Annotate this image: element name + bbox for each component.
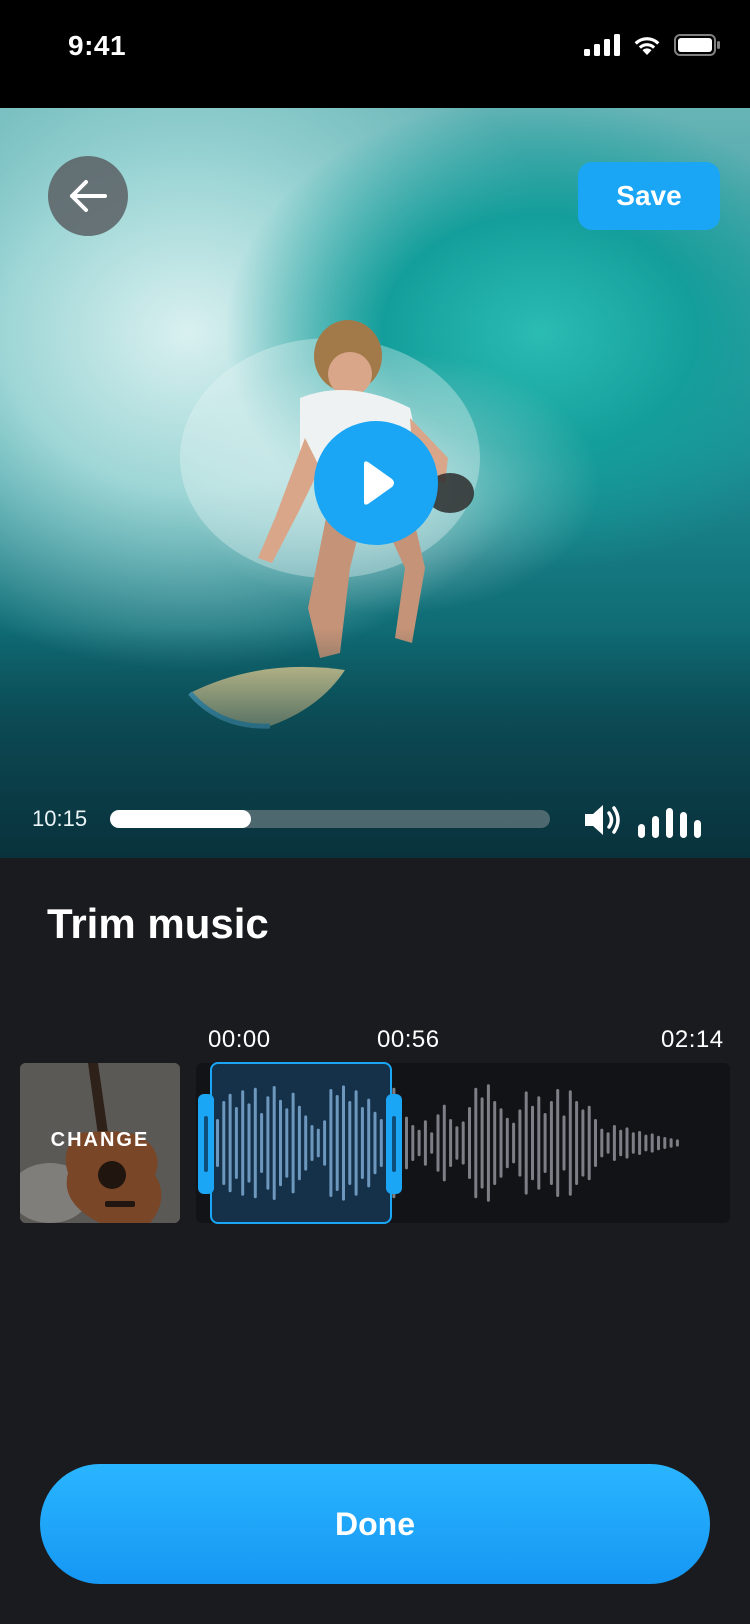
change-music-button[interactable]: CHANGE bbox=[20, 1063, 180, 1223]
waveform-bar bbox=[631, 1132, 635, 1154]
waveform-bar bbox=[486, 1084, 490, 1202]
waveform-bar bbox=[581, 1109, 585, 1177]
waveform-bar bbox=[562, 1115, 566, 1171]
waveform-bar bbox=[594, 1119, 597, 1167]
waveform-bar bbox=[619, 1129, 623, 1157]
waveform-bar bbox=[449, 1119, 453, 1167]
waveform-bar bbox=[442, 1104, 446, 1182]
playback-time: 10:15 bbox=[32, 806, 88, 831]
waveform-bar bbox=[669, 1138, 673, 1148]
waveform-bar bbox=[430, 1132, 434, 1154]
save-button[interactable]: Save bbox=[578, 162, 720, 230]
waveform-bar bbox=[549, 1101, 553, 1185]
volume-icon[interactable] bbox=[583, 802, 623, 838]
waveform-bar bbox=[499, 1108, 503, 1178]
waveform-bar bbox=[405, 1116, 408, 1170]
video-preview[interactable]: Save 10:15 bbox=[0, 108, 750, 858]
waveform-bar bbox=[423, 1120, 427, 1166]
waveform-bar bbox=[675, 1139, 679, 1147]
waveform-bar bbox=[455, 1126, 459, 1160]
done-button[interactable]: Done bbox=[40, 1464, 710, 1584]
play-button[interactable] bbox=[314, 421, 438, 545]
waveform-bar bbox=[537, 1096, 541, 1190]
waveform-bar bbox=[524, 1091, 528, 1195]
back-arrow-icon bbox=[70, 180, 107, 212]
waveform-bar bbox=[480, 1097, 484, 1189]
status-bar: 9:41 bbox=[0, 0, 750, 108]
trim-music-title: Trim music bbox=[47, 900, 269, 947]
waveform-bar bbox=[493, 1101, 497, 1185]
battery-icon bbox=[674, 34, 720, 56]
waveform-bar bbox=[657, 1135, 660, 1151]
waveform-bar bbox=[411, 1125, 415, 1161]
selection-end-time-marker: 00:56 bbox=[377, 1026, 440, 1053]
start-time-marker: 00:00 bbox=[208, 1026, 271, 1053]
wifi-icon bbox=[634, 37, 660, 55]
waveform-bar bbox=[575, 1101, 579, 1185]
waveform-bar bbox=[650, 1133, 654, 1153]
waveform-bar bbox=[474, 1087, 478, 1199]
total-time-marker: 02:14 bbox=[661, 1026, 724, 1053]
waveform-bar bbox=[663, 1137, 667, 1149]
waveform-bar bbox=[644, 1134, 648, 1152]
waveform-bar bbox=[436, 1114, 440, 1172]
change-label: CHANGE bbox=[50, 1129, 150, 1151]
waveform-bar bbox=[612, 1125, 616, 1161]
back-button[interactable] bbox=[48, 156, 128, 236]
waveform-bar bbox=[606, 1132, 610, 1154]
waveform-bar bbox=[417, 1129, 421, 1157]
trim-end-handle[interactable] bbox=[386, 1094, 402, 1194]
waveform-bar bbox=[556, 1089, 560, 1197]
waveform-bar bbox=[625, 1127, 629, 1159]
waveform-bar bbox=[505, 1117, 509, 1169]
progress-bar[interactable] bbox=[110, 810, 550, 828]
status-time: 9:41 bbox=[68, 30, 127, 61]
waveform-bar bbox=[568, 1090, 572, 1196]
waveform-bar bbox=[638, 1131, 642, 1155]
cellular-signal-icon bbox=[584, 34, 620, 56]
progress-fill bbox=[110, 810, 251, 828]
waveform-bar bbox=[600, 1128, 604, 1158]
waveform-bar bbox=[543, 1113, 547, 1173]
play-icon bbox=[364, 461, 394, 505]
waveform-bar bbox=[531, 1105, 534, 1181]
waveform-bar bbox=[518, 1109, 522, 1177]
volume-level-icon[interactable] bbox=[638, 802, 720, 838]
waveform-bar bbox=[512, 1122, 516, 1164]
waveform-bar bbox=[468, 1107, 471, 1179]
trim-selection[interactable] bbox=[210, 1062, 392, 1224]
waveform-bar bbox=[461, 1121, 465, 1165]
trim-start-handle[interactable] bbox=[198, 1094, 214, 1194]
status-icons bbox=[584, 34, 720, 56]
waveform-bar bbox=[587, 1105, 591, 1181]
